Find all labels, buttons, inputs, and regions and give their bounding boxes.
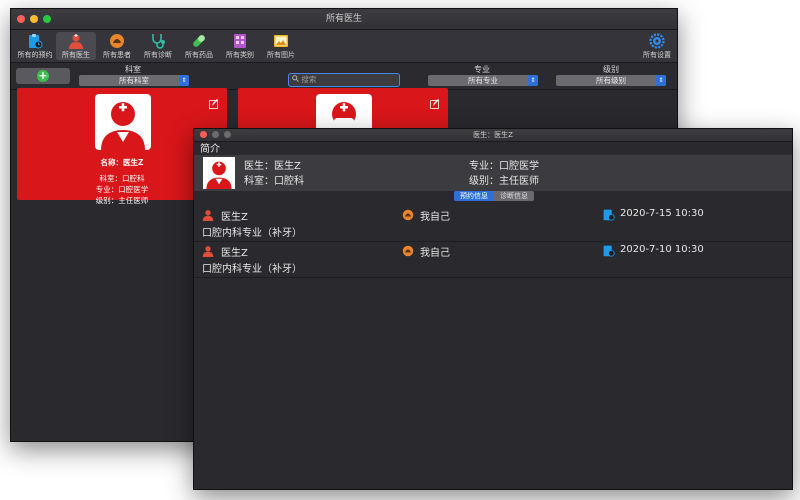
search-input[interactable]: 搜索 (288, 73, 400, 87)
doctor-detail-window: 医生：医生Z 简介 医生：医生Z 科室：口腔科 专业：口腔医学 级别：主任医师 … (193, 128, 793, 490)
toolbar-medicine-button[interactable]: 所有药品 (179, 32, 219, 60)
gear-icon (649, 33, 665, 49)
category-icon (234, 34, 246, 48)
search-placeholder: 搜索 (301, 75, 317, 84)
edit-icon[interactable] (430, 94, 440, 113)
toolbar-diagnosis-button[interactable]: 所有诊断 (138, 32, 178, 60)
doctor-avatar (95, 94, 151, 150)
pill-icon (193, 35, 205, 47)
info-department: 科室：口腔科 (244, 176, 304, 187)
patient-icon (402, 245, 414, 257)
info-doctor: 医生：医生Z (244, 161, 301, 172)
main-titlebar: 所有医生 (11, 9, 677, 30)
appointment-row[interactable]: 医生Z 我自己 2020-7-10 10:30 口腔内科专业（补牙） (194, 241, 792, 278)
detail-titlebar: 医生：医生Z (194, 129, 792, 142)
toolbar-label: 所有药品 (185, 51, 213, 59)
chevron-updown-icon: ⇕ (528, 75, 538, 86)
specialty-select[interactable]: 所有专业 ⇕ (428, 75, 538, 86)
chevron-updown-icon: ⇕ (656, 75, 666, 86)
doctor-icon (202, 210, 214, 221)
stethoscope-icon (152, 34, 165, 49)
toolbar-category-button[interactable]: 所有类别 (220, 32, 260, 60)
specialty-label: 专业 (474, 65, 490, 74)
add-doctor-button[interactable]: + (16, 68, 70, 84)
appointment-datetime: 2020-7-15 10:30 (620, 208, 704, 219)
doctor-icon (69, 34, 83, 49)
patient-icon (110, 34, 124, 48)
appointment-row[interactable]: 医生Z 我自己 2020-7-15 10:30 口腔内科专业（补牙） (194, 205, 792, 242)
tab-appointments[interactable]: 预约信息 (454, 191, 494, 201)
toolbar-patients-button[interactable]: 所有患者 (97, 32, 137, 60)
department-select-value: 所有科室 (119, 76, 149, 85)
info-level: 级别：主任医师 (469, 176, 539, 187)
appointment-description: 口腔内科专业（补牙） (202, 264, 302, 275)
plus-icon: + (37, 69, 49, 82)
toolbar-label: 所有类别 (226, 51, 254, 59)
appointment-doctor: 医生Z (221, 212, 248, 223)
toolbar-appointments-button[interactable]: 所有的预约 (15, 32, 55, 60)
main-window-title: 所有医生 (325, 14, 362, 24)
toolbar-label: 所有图片 (267, 51, 295, 59)
minimize-window-button[interactable] (212, 131, 219, 138)
toolbar-label: 所有设置 (643, 51, 671, 59)
level-select[interactable]: 所有级别 ⇕ (556, 75, 666, 86)
toolbar-images-button[interactable]: 所有图片 (261, 32, 301, 60)
toolbar-label: 所有患者 (103, 51, 131, 59)
detail-window-title: 医生：医生Z (473, 131, 513, 139)
appointment-clipboard-icon (603, 209, 615, 221)
toolbar-label: 所有医生 (62, 51, 90, 59)
doctor-info-box: 医生：医生Z 科室：口腔科 专业：口腔医学 级别：主任医师 (194, 155, 792, 191)
zoom-window-button[interactable] (43, 15, 51, 23)
info-specialty: 专业：口腔医学 (469, 161, 539, 172)
search-icon (292, 74, 299, 86)
image-icon (274, 35, 288, 47)
appointment-patient: 我自己 (420, 248, 450, 259)
level-label: 级别 (603, 65, 619, 74)
close-window-button[interactable] (200, 131, 207, 138)
toolbar-settings-button[interactable]: 所有设置 (637, 32, 677, 60)
doctor-avatar (203, 157, 235, 189)
close-window-button[interactable] (17, 15, 25, 23)
appointment-clipboard-icon (29, 34, 43, 49)
toolbar-doctors-button[interactable]: 所有医生 (56, 32, 96, 60)
appointment-datetime: 2020-7-10 10:30 (620, 244, 704, 255)
tab-diagnosis[interactable]: 诊断信息 (494, 191, 534, 201)
department-label: 科室 (125, 65, 141, 74)
toolbar-label: 所有的预约 (17, 51, 53, 59)
level-select-value: 所有级别 (596, 76, 626, 85)
zoom-window-button[interactable] (224, 131, 231, 138)
department-select[interactable]: 所有科室 ⇕ (79, 75, 189, 86)
filter-bar: + 科室 所有科室 ⇕ 搜索 专业 所有专业 ⇕ 级别 所有级别 ⇕ (11, 63, 677, 90)
appointment-clipboard-icon (603, 245, 615, 257)
appointment-description: 口腔内科专业（补牙） (202, 228, 302, 239)
edit-icon[interactable] (209, 94, 219, 113)
minimize-window-button[interactable] (30, 15, 38, 23)
toolbar: 所有的预约 所有医生 所有患者 所有诊断 所有药品 所有类别 所有图片 所有设置 (11, 30, 677, 63)
specialty-select-value: 所有专业 (468, 76, 498, 85)
appointment-doctor: 医生Z (221, 248, 248, 259)
info-tabs: 预约信息 诊断信息 (454, 191, 534, 201)
appointment-patient: 我自己 (420, 212, 450, 223)
chevron-updown-icon: ⇕ (179, 75, 189, 86)
toolbar-label: 所有诊断 (144, 51, 172, 59)
patient-icon (402, 209, 414, 221)
doctor-icon (202, 246, 214, 257)
